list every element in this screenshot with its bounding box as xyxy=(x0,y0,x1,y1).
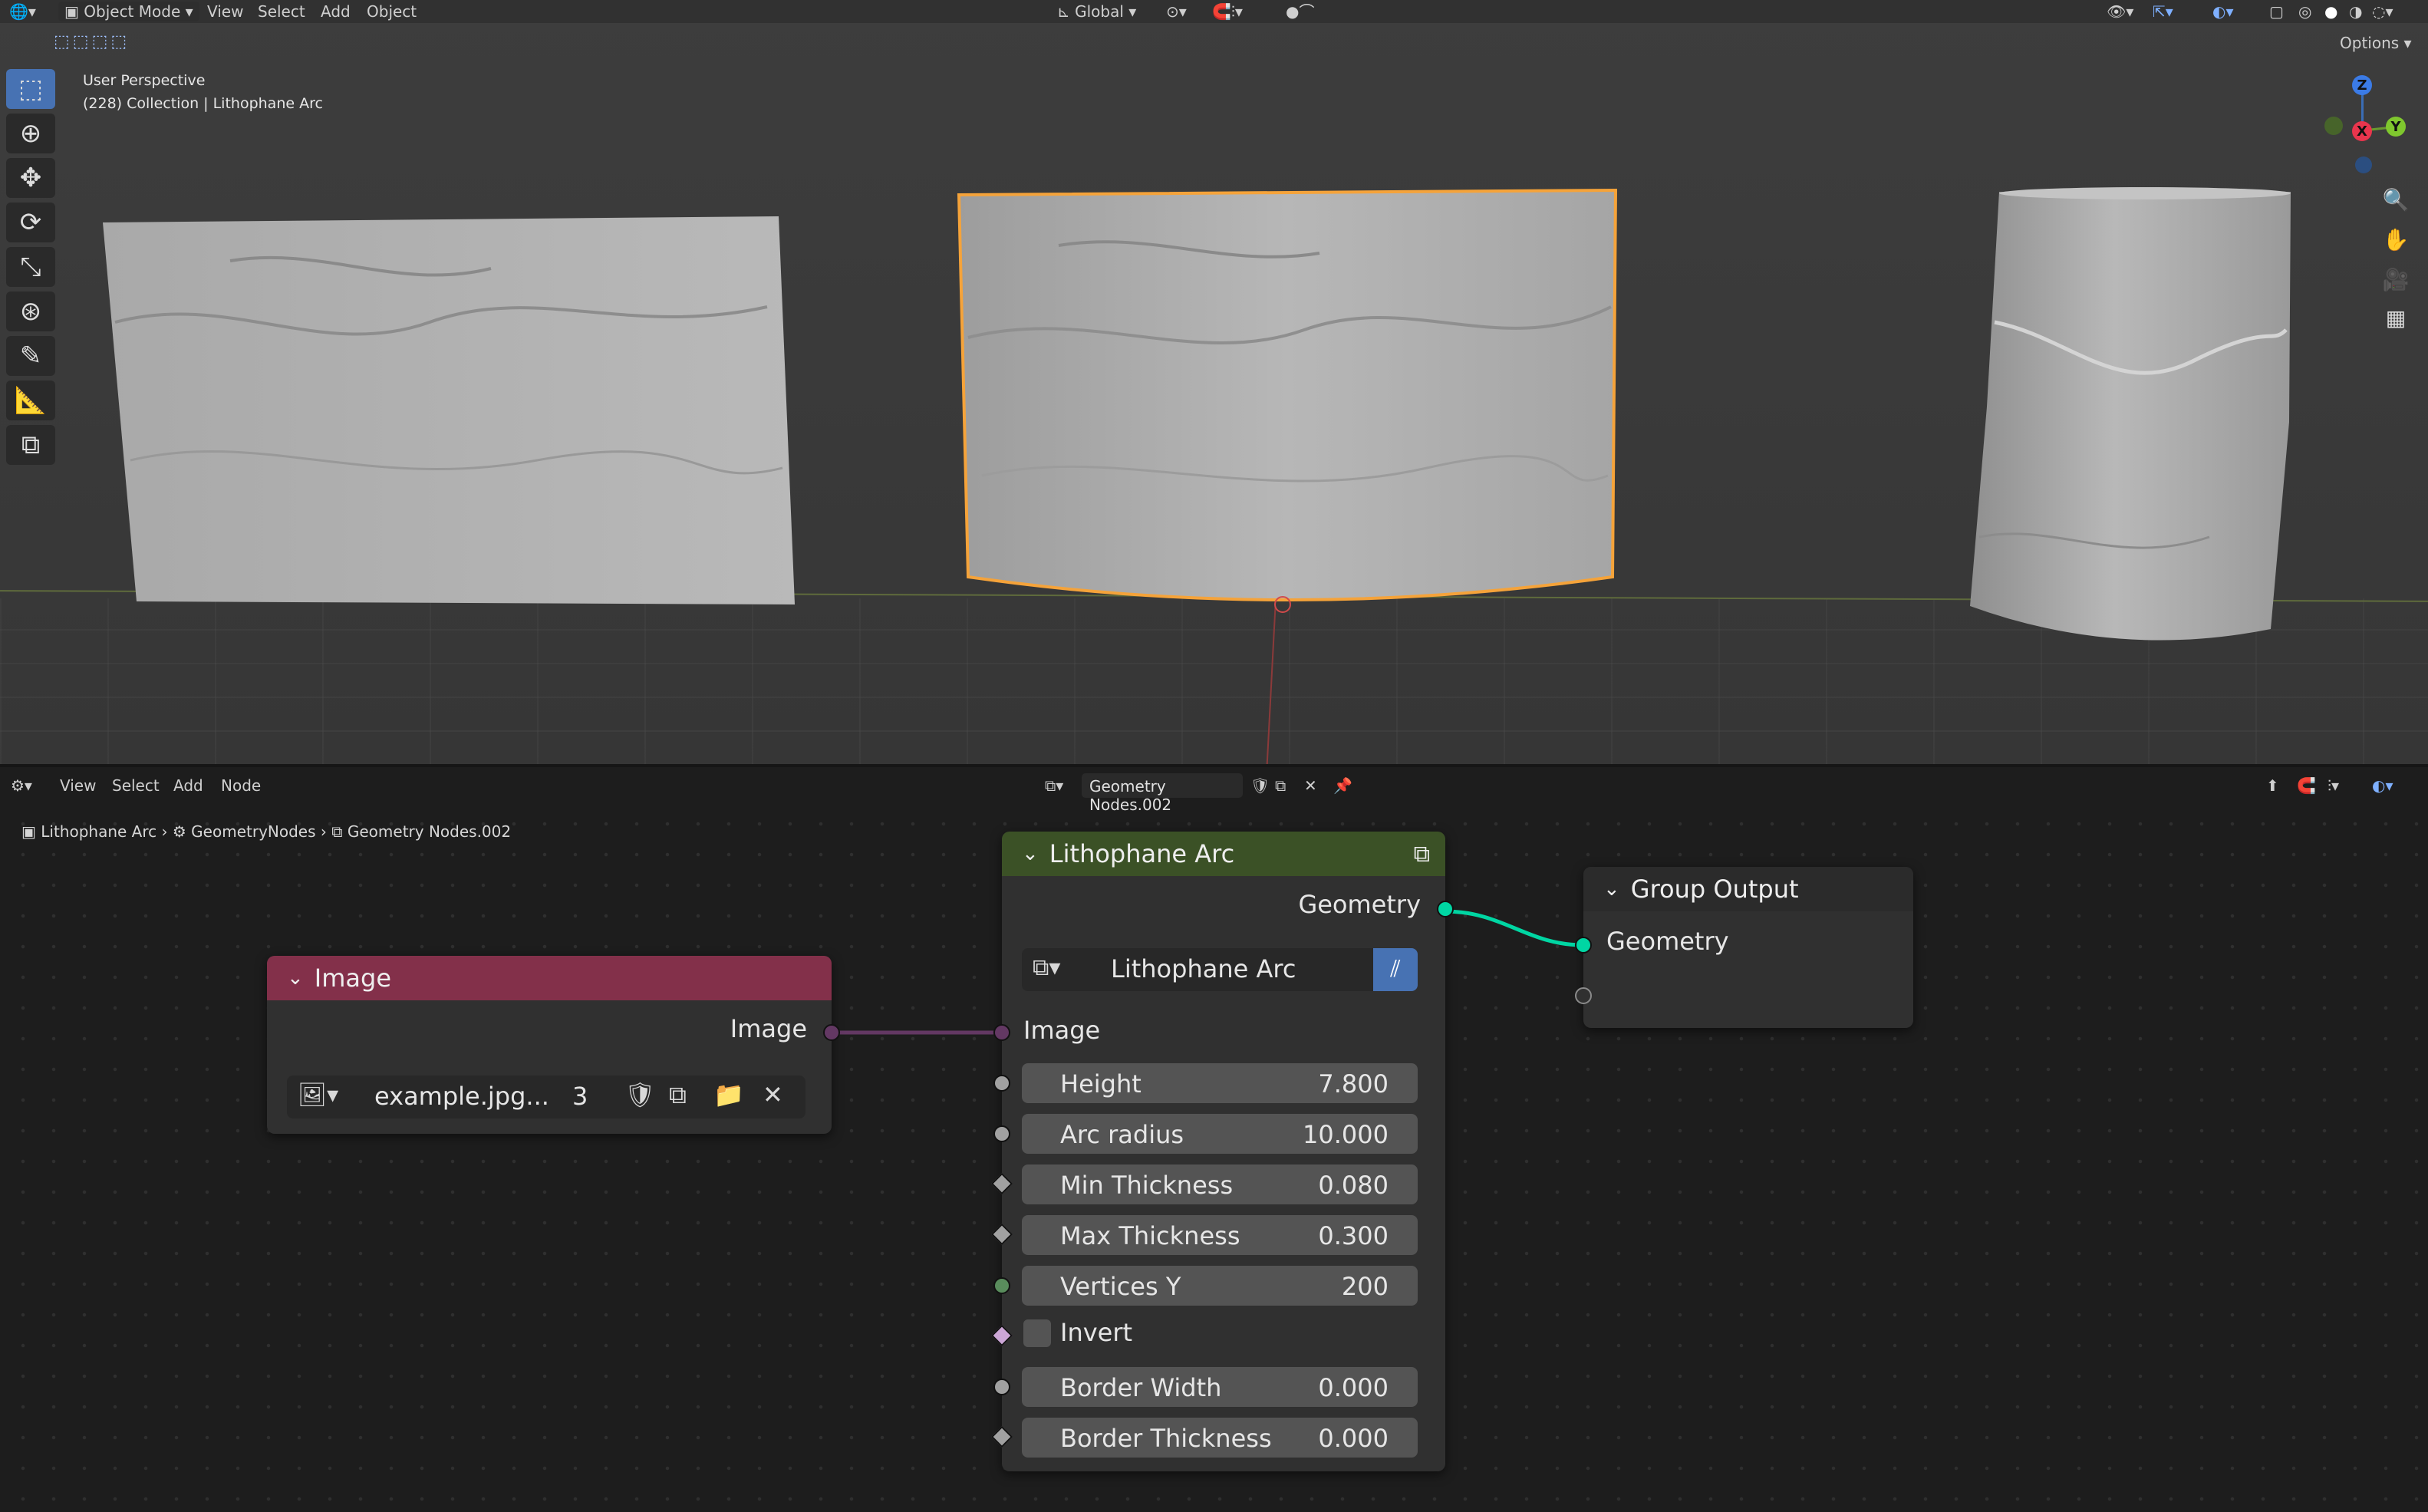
image-node[interactable]: ⌄ Image Image 🖼▾ example.jpg... 3 🛡 ⧉ 📁 … xyxy=(267,956,840,1134)
duplicate-icon[interactable]: ⧉ xyxy=(669,1080,687,1110)
group-output-header[interactable]: ⌄ Group Output xyxy=(1583,867,1913,911)
arc-radius-input-socket[interactable] xyxy=(993,1125,1010,1142)
collapse-chevron-icon[interactable]: ⌄ xyxy=(1603,878,1620,901)
fake-user-shield-icon[interactable]: 🛡 xyxy=(624,1080,656,1109)
geometry-output-socket[interactable] xyxy=(1437,901,1454,917)
height-field[interactable]: Height 7.800 xyxy=(1022,1063,1418,1103)
vertices-y-input-socket[interactable] xyxy=(993,1277,1010,1294)
max-thickness-field[interactable]: Max Thickness 0.300 xyxy=(1022,1215,1418,1255)
group-output-node[interactable]: ⌄ Group Output Geometry xyxy=(1575,867,1913,1028)
group-selector[interactable]: ⧉▾ Lithophane Arc ⫽ xyxy=(1022,948,1418,991)
image-input-socket[interactable] xyxy=(993,1024,1010,1041)
group-node-header[interactable]: ⌄ Lithophane Arc ⧉ xyxy=(1002,832,1445,876)
group-name-field[interactable]: Lithophane Arc xyxy=(1111,954,1296,983)
image-node-header[interactable]: ⌄ Image xyxy=(267,956,832,1000)
geometry-input-socket[interactable] xyxy=(1575,937,1592,954)
node-group-icon[interactable]: ⧉ xyxy=(1414,841,1430,868)
open-folder-icon[interactable]: 📁 xyxy=(713,1080,744,1109)
unlink-close-icon[interactable]: ✕ xyxy=(763,1080,783,1109)
border-width-field[interactable]: Border Width 0.000 xyxy=(1022,1367,1418,1407)
border-thickness-field[interactable]: Border Thickness 0.000 xyxy=(1022,1418,1418,1458)
group-browse-icon[interactable]: ⧉▾ xyxy=(1033,954,1060,981)
image-users-count[interactable]: 3 xyxy=(572,1082,588,1111)
empty-input-socket[interactable] xyxy=(1575,987,1592,1004)
image-input-label: Image xyxy=(1023,1016,1101,1045)
node-editor[interactable]: ⚙▾ View Select Add Node ⧉▾ Geometry Node… xyxy=(0,767,2428,1512)
vertices-y-field[interactable]: Vertices Y 200 xyxy=(1022,1266,1418,1306)
arc-radius-field[interactable]: Arc radius 10.000 xyxy=(1022,1114,1418,1154)
lithophane-arc-group-node[interactable]: ⌄ Lithophane Arc ⧉ Geometry ⧉▾ Lithophan… xyxy=(990,832,1454,1471)
asset-library-icon[interactable]: ⫽ xyxy=(1373,948,1418,991)
min-thickness-field[interactable]: Min Thickness 0.080 xyxy=(1022,1164,1418,1204)
collapse-chevron-icon[interactable]: ⌄ xyxy=(1022,842,1039,865)
border-width-input-socket[interactable] xyxy=(993,1379,1010,1395)
arc-lithophane-selected[interactable] xyxy=(957,188,1618,613)
image-filename-field[interactable]: example.jpg... xyxy=(374,1082,549,1111)
flat-lithophane[interactable] xyxy=(103,216,795,604)
invert-label: Invert xyxy=(1060,1318,1133,1347)
group-node-title: Lithophane Arc xyxy=(1049,839,1235,868)
invert-checkbox[interactable] xyxy=(1023,1319,1051,1347)
image-browse-icon[interactable]: 🖼▾ xyxy=(298,1082,338,1108)
geometry-output-label: Geometry xyxy=(1298,890,1421,919)
collapse-chevron-icon[interactable]: ⌄ xyxy=(287,967,304,990)
image-datablock-selector[interactable]: 🖼▾ example.jpg... 3 🛡 ⧉ 📁 ✕ xyxy=(287,1076,805,1118)
geometry-link xyxy=(1444,909,1584,947)
3d-viewport[interactable]: 🌐▾ ▣ Object Mode ▾ View Select Add Objec… xyxy=(0,0,2428,766)
cylinder-lithophane[interactable] xyxy=(1970,187,2291,641)
image-output-label: Image xyxy=(730,1014,807,1043)
image-output-socket[interactable] xyxy=(823,1024,840,1041)
scene-objects xyxy=(103,187,2291,641)
group-output-title: Group Output xyxy=(1630,875,1799,904)
image-node-title: Image xyxy=(314,964,392,993)
geometry-input-label: Geometry xyxy=(1606,927,1729,956)
height-input-socket[interactable] xyxy=(993,1075,1010,1092)
